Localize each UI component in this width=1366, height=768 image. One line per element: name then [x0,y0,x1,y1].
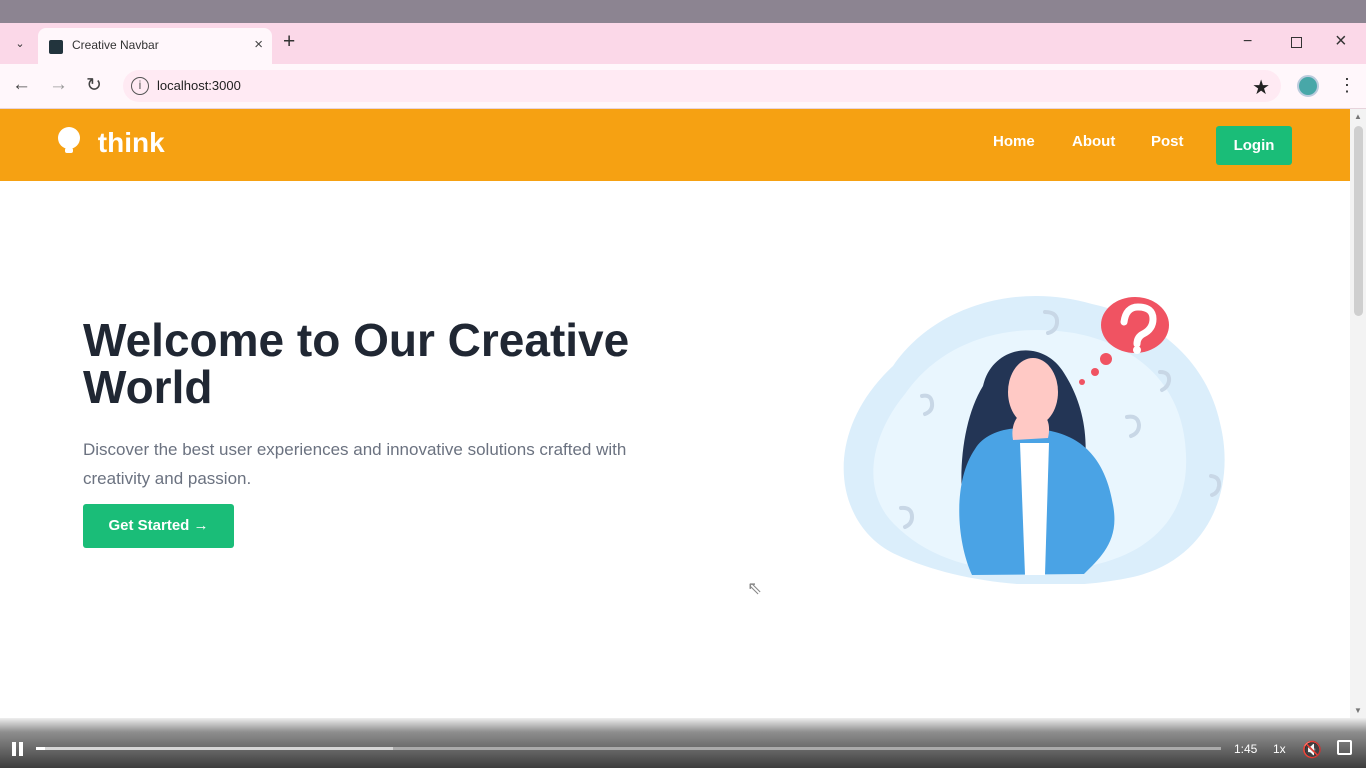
profile-avatar[interactable] [1297,75,1319,97]
favicon-icon [49,40,63,54]
site-logo[interactable]: think [58,127,165,159]
bookmark-star-icon[interactable]: ★ [1252,75,1270,100]
question-mark-dot [1133,346,1141,354]
scroll-down-icon[interactable]: ▼ [1354,706,1362,715]
hero-subtitle: Discover the best user experiences and i… [83,440,627,488]
pause-icon[interactable] [12,742,24,756]
browser-toolbar: ← → ↻ i localhost:3000 ★ [0,64,1366,109]
address-text[interactable]: localhost:3000 [157,78,241,93]
buffered-progress [36,747,393,750]
thought-dot-medium [1091,368,1099,376]
played-progress [36,747,45,750]
mouse-cursor-icon: ⇖ [747,578,763,598]
nav-about-link[interactable]: About [1072,133,1115,150]
mute-icon[interactable]: 🔇 [1302,740,1322,760]
website-viewport: think Home About Post Login Welcome to O… [0,109,1366,718]
screen-recording: ⌄ Creative Navbar × + − × ← → ↻ i localh… [0,0,1366,768]
minimize-icon[interactable]: − [1243,33,1252,51]
get-started-button[interactable]: Get Started → [83,504,234,548]
tab-title: Creative Navbar [72,38,159,52]
site-navbar: think Home About Post Login [0,109,1350,181]
address-bar[interactable]: i localhost:3000 ★ [123,70,1281,102]
thought-dot-small [1079,379,1085,385]
top-strip [0,0,1366,23]
woman-shirt [1020,443,1049,575]
nav-home-link[interactable]: Home [993,133,1035,150]
page-scrollbar[interactable]: ▲ ▼ [1350,109,1366,718]
brand-name: think [97,127,165,158]
fullscreen-icon[interactable] [1337,740,1352,755]
close-window-icon[interactable]: × [1335,30,1347,53]
info-icon[interactable]: i [131,77,149,95]
forward-icon[interactable]: → [49,74,68,96]
playback-speed[interactable]: 1x [1273,742,1286,756]
menu-dots-icon[interactable]: ⋮ [1338,75,1356,96]
video-progress-bar[interactable] [36,747,1221,750]
hero-title: Welcome to Our Creative World [83,314,630,413]
login-button[interactable]: Login [1216,126,1292,165]
browser-tab-bar: ⌄ Creative Navbar × + − × [0,23,1366,64]
light-bulb-icon [58,127,80,154]
back-icon[interactable]: ← [12,74,31,96]
new-tab-icon[interactable]: + [283,31,295,52]
browser-tab[interactable]: Creative Navbar × [38,28,272,64]
thinking-woman-illustration [843,295,1225,584]
close-tab-icon[interactable]: × [254,36,263,53]
restore-icon[interactable] [1291,37,1302,48]
chevron-down-icon[interactable]: ⌄ [10,35,30,53]
scroll-up-icon[interactable]: ▲ [1354,112,1362,121]
thought-dot-large [1100,353,1112,365]
reload-icon[interactable]: ↻ [86,74,102,97]
nav-post-link[interactable]: Post [1151,133,1184,150]
scrollbar-thumb[interactable] [1354,126,1363,316]
time-readout: 1:45 [1234,742,1258,756]
video-player-controls: 1:45 1x 🔇 [0,718,1366,768]
